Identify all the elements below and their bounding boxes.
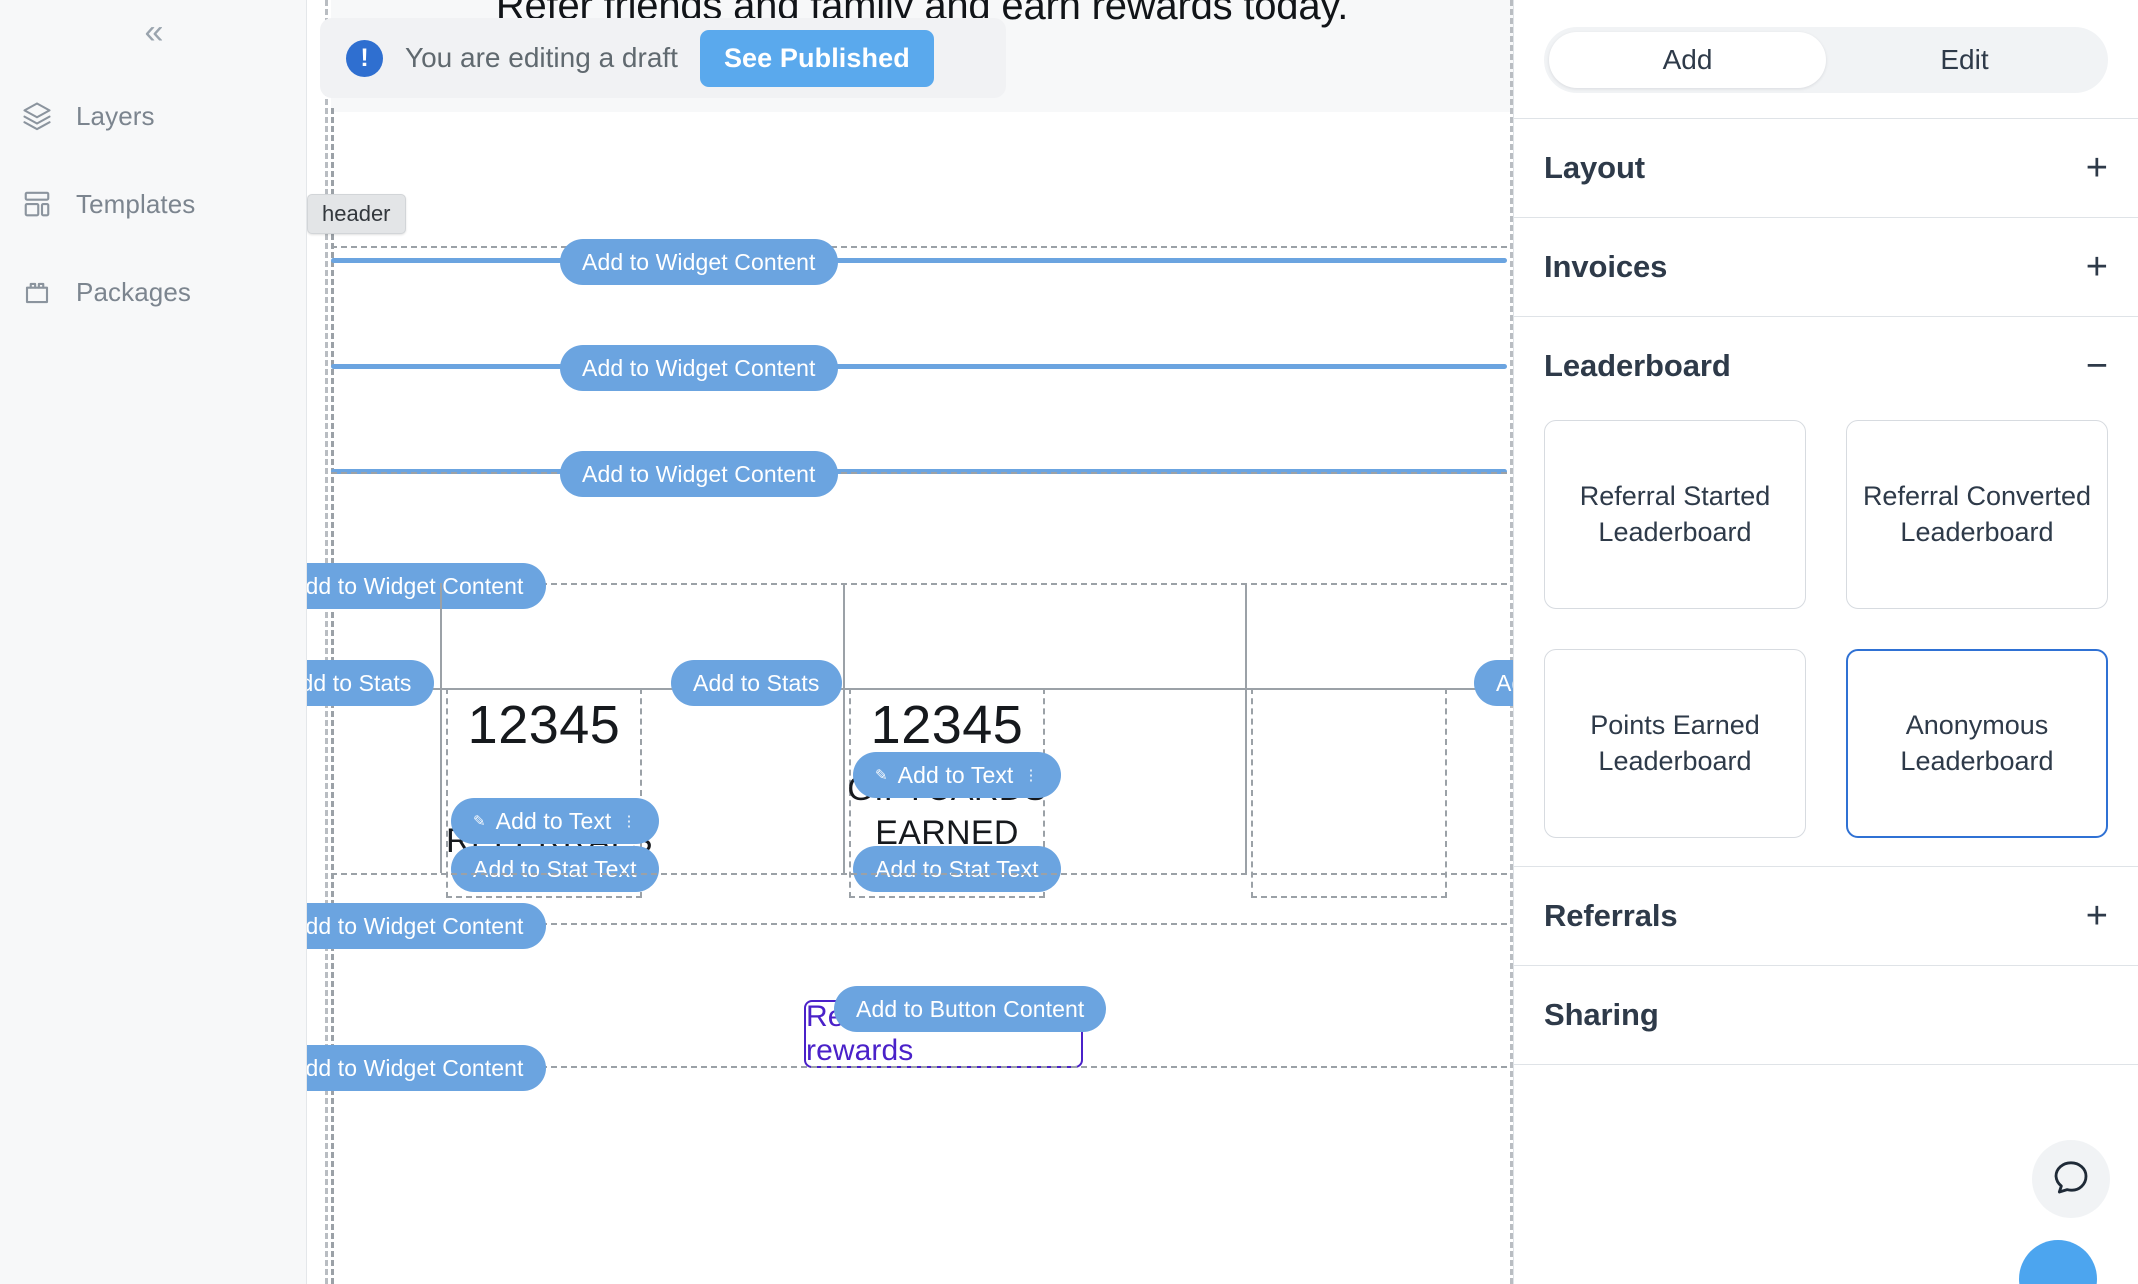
add-to-widget-content-pill[interactable]: Add to Widget Content	[560, 239, 838, 285]
stats-row-left-edge	[440, 583, 442, 873]
pill-label: Add to Button Content	[856, 995, 1085, 1022]
leaderboard-card-label: Points Earned Leaderboard	[1590, 709, 1760, 776]
add-to-widget-content-pill[interactable]: Add to Widget Content	[560, 451, 838, 497]
minus-icon: −	[2085, 345, 2108, 387]
insertion-rail	[331, 364, 1507, 369]
add-to-button-content-pill[interactable]: Add to Button Content	[834, 986, 1107, 1032]
section-divider	[331, 472, 1507, 474]
header-region-divider	[331, 246, 1507, 248]
stats-cell-divider	[1245, 583, 1247, 873]
accordion-title: Invoices	[1544, 249, 1668, 284]
pill-label: Add to Text	[495, 807, 612, 834]
collapse-sidebar-button[interactable]: «	[128, 8, 180, 56]
widget-canvas: Refer friends and family and earn reward…	[307, 0, 1513, 1284]
edit-pencil-icon: ✎	[875, 766, 888, 784]
left-sidebar: « Layers Templates Packages	[0, 0, 307, 1284]
accordion-layout[interactable]: Layout +	[1514, 118, 2138, 217]
plus-icon: +	[2085, 895, 2108, 937]
tab-add[interactable]: Add	[1549, 32, 1826, 88]
plus-icon: +	[2085, 246, 2108, 288]
stat-cell	[1251, 688, 1447, 898]
move-handle-icon: ⋮	[1023, 766, 1039, 784]
pill-label: Add to Stat Text	[473, 855, 637, 882]
pill-label: Add to Stats	[307, 669, 412, 696]
pill-label: Add to Widget Content	[582, 354, 816, 381]
panel-spacer	[1514, 93, 2138, 118]
sidebar-item-layers[interactable]: Layers	[20, 88, 290, 144]
leaderboard-card-label: Referral Started Leaderboard	[1579, 480, 1771, 547]
sidebar-item-label: Layers	[76, 100, 155, 131]
add-to-stats-pill[interactable]: Add to Stats	[671, 660, 842, 706]
pill-label: Add to Stats	[693, 669, 820, 696]
tab-edit[interactable]: Edit	[1826, 32, 2103, 88]
leaderboard-card-points-earned[interactable]: Points Earned Leaderboard	[1544, 649, 1806, 838]
accordion-leaderboard[interactable]: Leaderboard −	[1514, 316, 2138, 415]
sidebar-item-label: Templates	[76, 188, 196, 219]
insertion-rail	[331, 258, 1507, 263]
accordion-sharing[interactable]: Sharing	[1514, 965, 2138, 1064]
right-panel: Add Edit Layout + Invoices + Leaderboard…	[1513, 0, 2138, 1284]
stat-value: 12345	[870, 695, 1024, 755]
move-handle-icon: ⋮	[621, 812, 637, 830]
help-fab-button[interactable]	[2019, 1240, 2097, 1284]
draft-message: You are editing a draft	[405, 42, 678, 73]
add-to-text-pill[interactable]: ✎ Add to Text ⋮	[853, 752, 1061, 798]
pill-label: Add to Widget Content	[582, 248, 816, 275]
alert-circle-icon: !	[346, 39, 383, 77]
templates-icon	[20, 187, 54, 221]
add-to-text-pill[interactable]: ✎ Add to Text ⋮	[451, 798, 659, 844]
leaderboard-card-referral-converted[interactable]: Referral Converted Leaderboard	[1846, 420, 2108, 609]
chat-bubble-fab[interactable]	[2032, 1140, 2110, 1218]
pill-label: Add to Widget Content	[307, 1054, 524, 1081]
pill-label: Add to Text	[897, 761, 1014, 788]
accordion-title: Referrals	[1544, 898, 1678, 933]
leaderboard-card-referral-started[interactable]: Referral Started Leaderboard	[1544, 420, 1806, 609]
draft-banner: ! You are editing a draft See Published	[320, 18, 1006, 98]
layers-icon	[20, 99, 54, 133]
stat-value: 12345	[467, 695, 621, 755]
pill-label: Add to Stat Text	[875, 855, 1039, 882]
leaderboard-card-label: Anonymous Leaderboard	[1900, 709, 2054, 776]
sidebar-item-templates[interactable]: Templates	[20, 176, 290, 232]
add-to-stats-pill[interactable]: Add to Stats	[307, 660, 434, 706]
edit-pencil-icon: ✎	[473, 812, 486, 830]
chat-bubble-icon	[2051, 1157, 2091, 1202]
panel-mode-toggle: Add Edit	[1544, 27, 2108, 93]
add-to-widget-content-pill[interactable]: Add to Widget Content	[307, 563, 546, 609]
see-published-button[interactable]: See Published	[699, 29, 934, 87]
pill-label: Add to Stats	[1496, 669, 1513, 696]
app-root: « Layers Templates Packages Refer friend…	[0, 0, 2138, 1284]
add-to-widget-content-pill[interactable]: Add to Widget Content	[560, 345, 838, 391]
header-tag-chip[interactable]: header	[307, 194, 406, 234]
accordion-title: Sharing	[1544, 997, 1659, 1032]
accordion-invoices[interactable]: Invoices +	[1514, 217, 2138, 316]
add-to-widget-content-pill[interactable]: Add to Widget Content	[307, 903, 546, 949]
accordion-title: Layout	[1544, 150, 1646, 185]
add-to-stat-text-pill[interactable]: Add to Stat Text	[451, 846, 659, 892]
accordion-referrals[interactable]: Referrals +	[1514, 866, 2138, 965]
leaderboard-card-grid: Referral Started Leaderboard Referral Co…	[1544, 416, 2108, 838]
add-to-stat-text-pill[interactable]: Add to Stat Text	[853, 846, 1061, 892]
accordion-next-section[interactable]	[1514, 1064, 2138, 1163]
pill-label: Add to Widget Content	[307, 572, 524, 599]
plus-icon: +	[2085, 147, 2108, 189]
leaderboard-card-list: Referral Started Leaderboard Referral Co…	[1514, 415, 2138, 866]
pill-label: Add to Widget Content	[307, 912, 524, 939]
add-to-widget-content-pill[interactable]: Add to Widget Content	[307, 1045, 546, 1091]
sidebar-item-label: Packages	[76, 276, 191, 307]
leaderboard-card-anonymous[interactable]: Anonymous Leaderboard	[1846, 649, 2108, 838]
packages-icon	[20, 275, 54, 309]
pill-label: Add to Widget Content	[582, 460, 816, 487]
sidebar-item-packages[interactable]: Packages	[20, 264, 290, 320]
add-to-stats-pill-clipped[interactable]: Add to Stats	[1474, 660, 1513, 706]
chevrons-left-icon: «	[144, 13, 164, 51]
accordion-title: Leaderboard	[1544, 348, 1731, 383]
leaderboard-card-label: Referral Converted Leaderboard	[1862, 480, 2092, 547]
